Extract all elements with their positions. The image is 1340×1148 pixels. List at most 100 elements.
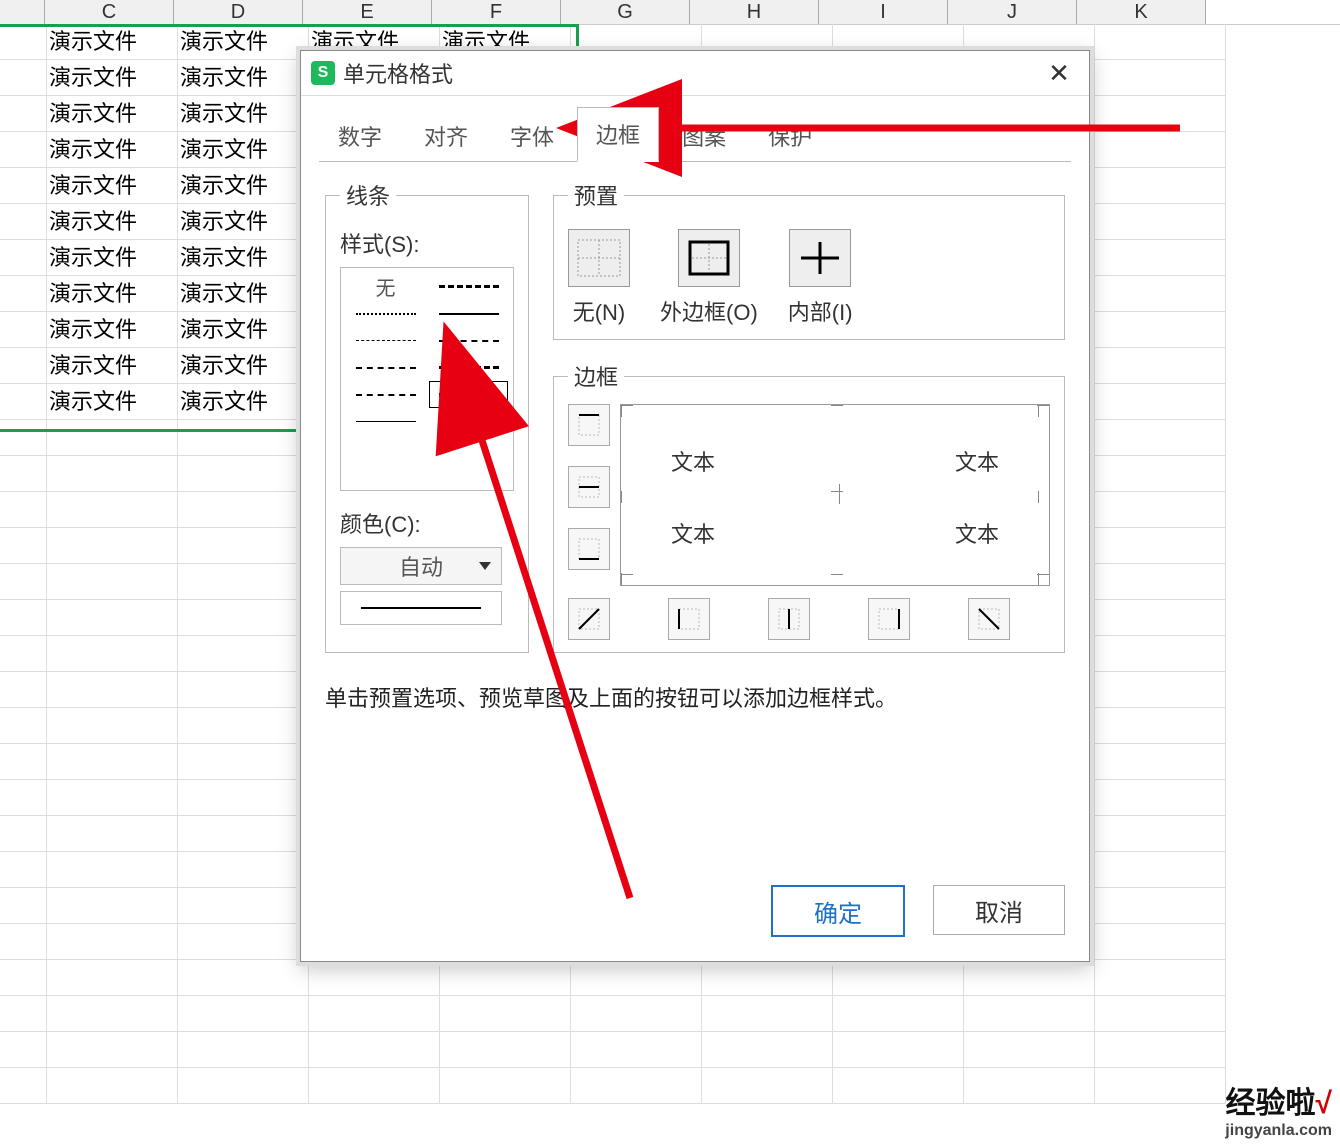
cell[interactable] <box>47 780 178 816</box>
cell[interactable] <box>47 564 178 600</box>
cell[interactable] <box>178 744 309 780</box>
cell[interactable] <box>309 960 440 996</box>
border-preview[interactable]: 文本 文本 文本 文本 <box>620 404 1050 586</box>
cell[interactable] <box>309 1068 440 1104</box>
border-diag-up-button[interactable] <box>568 598 610 640</box>
cell[interactable]: 演示文件 <box>47 240 178 276</box>
cell[interactable] <box>964 1068 1095 1104</box>
col-header-E[interactable]: E <box>303 0 432 24</box>
cell[interactable] <box>1095 996 1226 1032</box>
cell[interactable] <box>178 420 309 456</box>
style-dash-tiny[interactable] <box>347 328 424 353</box>
cell[interactable]: 演示文件 <box>47 60 178 96</box>
line-style-box[interactable]: 无 <box>340 267 514 491</box>
cell[interactable] <box>178 456 309 492</box>
cell[interactable]: 演示文件 <box>47 168 178 204</box>
border-vmid-button[interactable] <box>768 598 810 640</box>
cell[interactable] <box>1095 276 1226 312</box>
preset-none[interactable]: 无(N) <box>568 229 630 327</box>
style-thin[interactable] <box>347 409 424 434</box>
cell[interactable] <box>178 924 309 960</box>
cell[interactable]: 演示文件 <box>47 276 178 312</box>
cell[interactable] <box>1095 708 1226 744</box>
cancel-button[interactable]: 取消 <box>933 885 1065 935</box>
tab-0[interactable]: 数字 <box>319 109 401 162</box>
cell[interactable] <box>1095 132 1226 168</box>
cell[interactable] <box>1095 240 1226 276</box>
cell[interactable]: 演示文件 <box>47 96 178 132</box>
cell[interactable] <box>440 960 571 996</box>
cell[interactable] <box>702 960 833 996</box>
cell[interactable] <box>1095 564 1226 600</box>
style-dashdot-med[interactable] <box>430 328 507 353</box>
cell[interactable] <box>1095 600 1226 636</box>
cell[interactable] <box>47 996 178 1032</box>
style-none[interactable]: 无 <box>347 274 424 299</box>
cell[interactable] <box>440 996 571 1032</box>
border-hmid-button[interactable] <box>568 466 610 508</box>
cell[interactable] <box>1095 204 1226 240</box>
cell[interactable] <box>47 888 178 924</box>
style-dash[interactable] <box>347 382 424 407</box>
cell[interactable] <box>1095 888 1226 924</box>
cell[interactable]: 演示文件 <box>47 312 178 348</box>
cell[interactable] <box>702 996 833 1032</box>
cell[interactable]: 演示文件 <box>178 240 309 276</box>
cell[interactable] <box>1095 60 1226 96</box>
cell[interactable] <box>964 960 1095 996</box>
style-double[interactable] <box>430 409 507 434</box>
border-left-button[interactable] <box>668 598 710 640</box>
cell[interactable] <box>178 672 309 708</box>
cell[interactable] <box>178 1032 309 1068</box>
cell[interactable] <box>47 420 178 456</box>
cell[interactable] <box>178 708 309 744</box>
cell[interactable]: 演示文件 <box>47 348 178 384</box>
cell[interactable] <box>1095 312 1226 348</box>
style-dashdot-thick[interactable] <box>430 355 507 380</box>
cell[interactable]: 演示文件 <box>178 276 309 312</box>
cell[interactable]: 演示文件 <box>178 384 309 420</box>
cell[interactable] <box>178 528 309 564</box>
col-header-C[interactable]: C <box>45 0 174 24</box>
cell[interactable] <box>571 1068 702 1104</box>
preset-inner[interactable]: 内部(I) <box>788 229 853 327</box>
cell[interactable] <box>178 636 309 672</box>
border-top-button[interactable] <box>568 404 610 446</box>
cell[interactable] <box>178 600 309 636</box>
cell[interactable] <box>440 1068 571 1104</box>
cell[interactable] <box>1095 420 1226 456</box>
cell[interactable] <box>1095 96 1226 132</box>
cell[interactable] <box>47 636 178 672</box>
cell[interactable]: 演示文件 <box>47 24 178 60</box>
cell[interactable]: 演示文件 <box>178 348 309 384</box>
tab-2[interactable]: 字体 <box>491 109 573 162</box>
cell[interactable] <box>178 816 309 852</box>
cell[interactable] <box>1095 924 1226 960</box>
style-dashdotdot[interactable] <box>347 355 424 380</box>
col-header-D[interactable]: D <box>174 0 303 24</box>
cell[interactable] <box>702 1068 833 1104</box>
preset-outer[interactable]: 外边框(O) <box>660 229 758 327</box>
tab-3[interactable]: 边框 <box>577 107 659 162</box>
cell[interactable] <box>1095 744 1226 780</box>
cell[interactable] <box>47 672 178 708</box>
cell[interactable]: 演示文件 <box>178 204 309 240</box>
cell[interactable] <box>440 1032 571 1068</box>
border-bottom-button[interactable] <box>568 528 610 570</box>
cell[interactable]: 演示文件 <box>47 204 178 240</box>
style-thick[interactable] <box>430 382 507 407</box>
col-header-F[interactable]: F <box>432 0 561 24</box>
cell[interactable]: 演示文件 <box>178 312 309 348</box>
cell[interactable]: 演示文件 <box>178 132 309 168</box>
cell[interactable] <box>178 996 309 1032</box>
col-header-J[interactable]: J <box>948 0 1077 24</box>
cell[interactable] <box>47 708 178 744</box>
cell[interactable] <box>571 1032 702 1068</box>
cell[interactable] <box>47 528 178 564</box>
cell[interactable]: 演示文件 <box>47 132 178 168</box>
color-dropdown[interactable]: 自动 <box>340 547 502 585</box>
cell[interactable] <box>1095 672 1226 708</box>
cell[interactable] <box>47 1032 178 1068</box>
col-header-H[interactable]: H <box>690 0 819 24</box>
cell[interactable] <box>833 1032 964 1068</box>
